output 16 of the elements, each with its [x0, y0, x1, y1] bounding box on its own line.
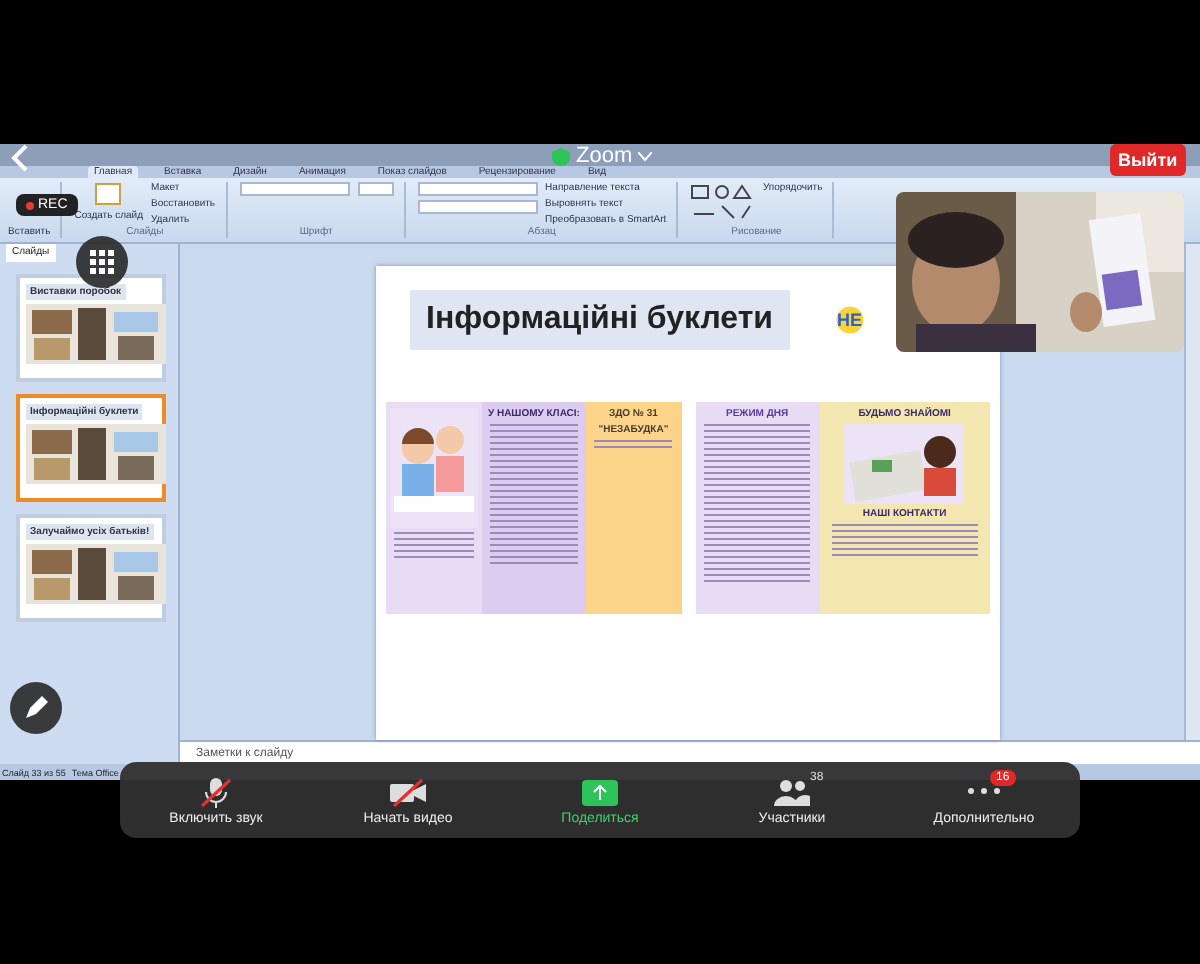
leave-button[interactable]: Выйти	[1110, 144, 1186, 176]
share-screen-icon	[580, 775, 620, 807]
font-field[interactable]	[239, 182, 350, 197]
list-field[interactable]	[417, 182, 538, 197]
pen-icon	[24, 696, 48, 720]
shapes-icon	[690, 182, 755, 223]
shield-icon	[552, 147, 570, 165]
align-field[interactable]	[417, 200, 538, 215]
chevron-icon	[638, 151, 653, 161]
scrollbar[interactable]	[1184, 244, 1200, 741]
grid-icon	[90, 250, 114, 274]
people-icon	[772, 775, 812, 807]
more-icon	[968, 787, 1000, 793]
size-field[interactable]	[357, 182, 394, 197]
new-slide-icon	[94, 182, 123, 207]
slide-title: Інформаційні буклети	[410, 290, 790, 351]
